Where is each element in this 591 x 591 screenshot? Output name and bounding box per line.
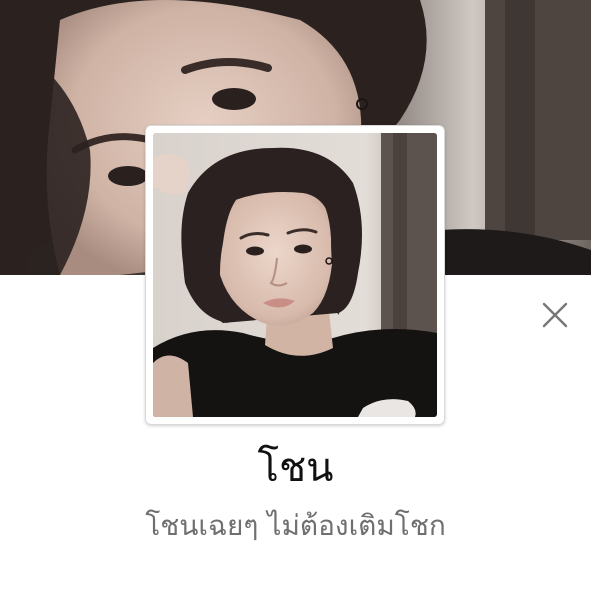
profile-avatar[interactable] — [145, 125, 445, 425]
profile-screen: โชน โชนเฉยๆ ไม่ต้องเติมโชก — [0, 0, 591, 591]
avatar-photo — [153, 133, 437, 417]
close-icon — [542, 302, 568, 328]
profile-name: โชน — [257, 445, 334, 491]
status-message: โชนเฉยๆ ไม่ต้องเติมโชก — [145, 509, 446, 542]
close-button[interactable] — [534, 294, 576, 336]
avatar-image — [153, 133, 437, 417]
